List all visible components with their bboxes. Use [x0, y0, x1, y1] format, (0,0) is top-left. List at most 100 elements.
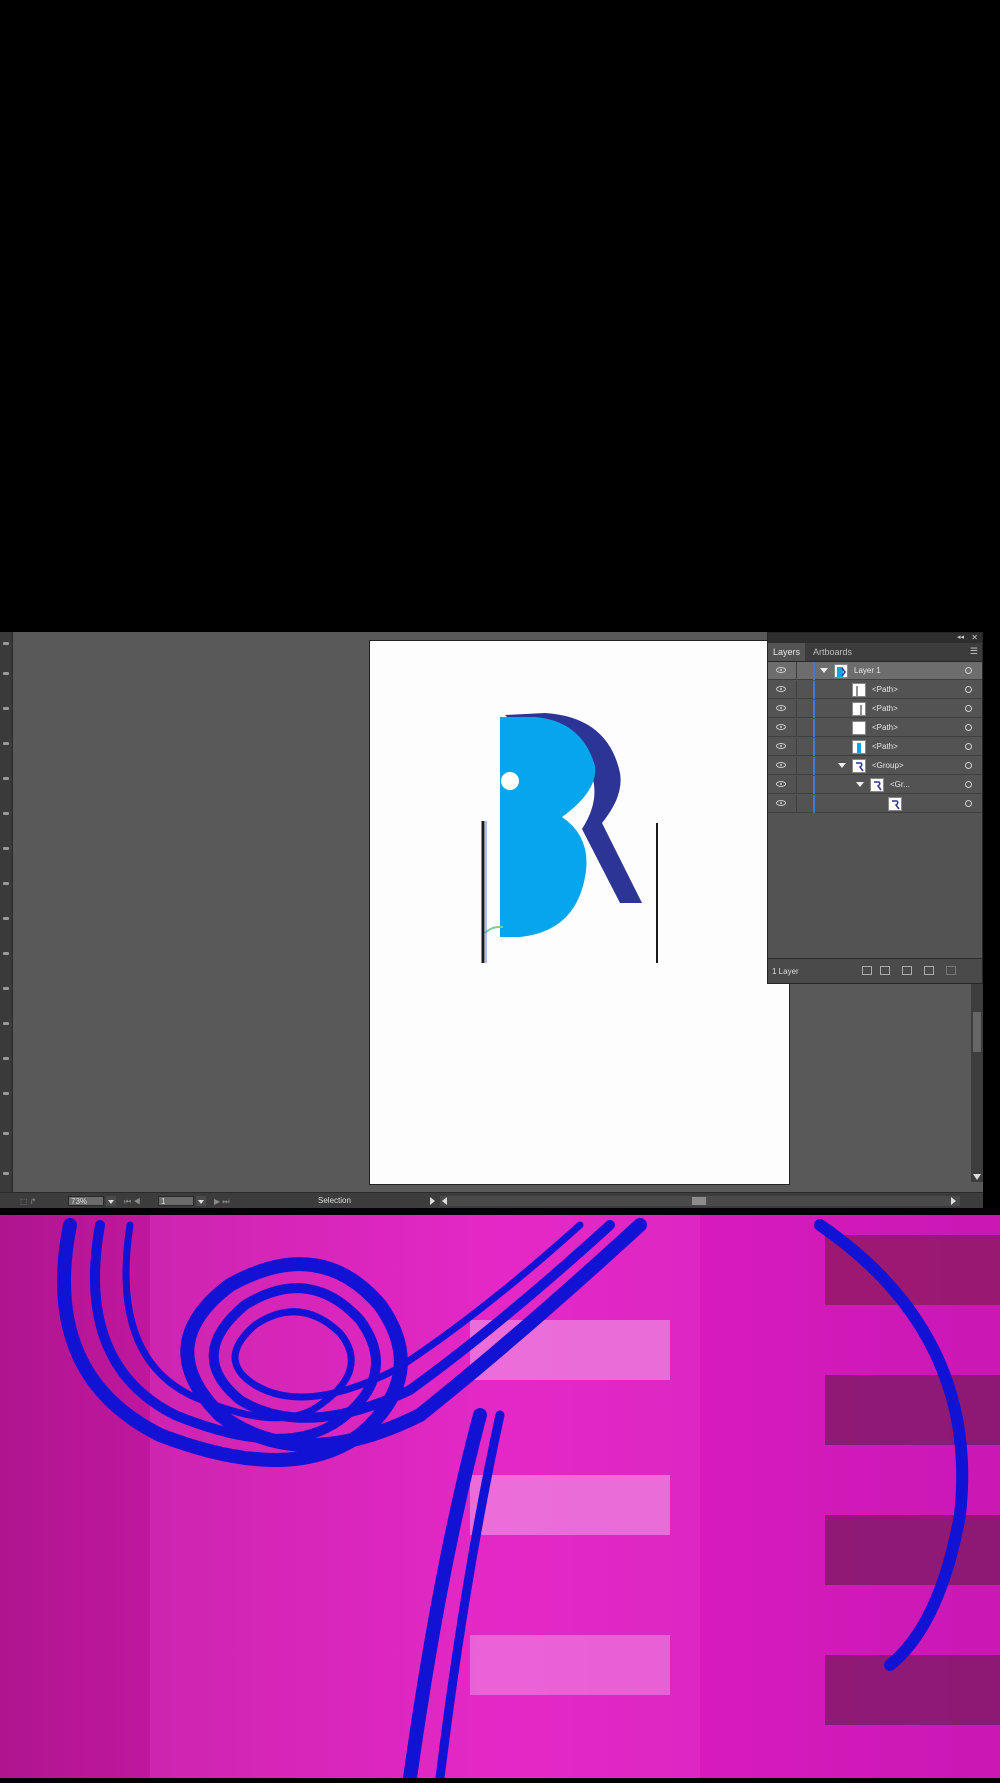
artboard-dropdown-icon[interactable] [196, 1196, 206, 1206]
scroll-left-arrow-icon[interactable] [442, 1197, 447, 1205]
expand-triangle-icon[interactable] [838, 763, 846, 768]
close-panel-icon[interactable]: ✕ [971, 633, 978, 643]
target-circle-icon[interactable] [965, 705, 972, 712]
layer-name[interactable]: <Gr... [890, 776, 910, 794]
hand-tool-icon[interactable] [3, 1057, 9, 1060]
gradient-tool-icon[interactable] [3, 987, 9, 990]
zoom-dropdown-icon[interactable] [106, 1196, 116, 1206]
type-tool-icon[interactable] [3, 742, 9, 745]
path-thumbnail [852, 721, 866, 735]
scale-tool-icon[interactable] [3, 917, 9, 920]
layer-color-bar [813, 738, 815, 756]
eyedropper-tool-icon[interactable] [3, 1022, 9, 1025]
target-circle-icon[interactable] [965, 800, 972, 807]
row-divider [796, 795, 797, 813]
expand-triangle-icon[interactable] [820, 668, 828, 673]
shape-builder-tool-icon[interactable] [3, 952, 9, 955]
vertical-scroll-thumb[interactable] [973, 1012, 981, 1052]
target-circle-icon[interactable] [965, 762, 972, 769]
brush-tool-icon[interactable] [3, 847, 9, 850]
layer-color-bar [813, 776, 815, 794]
blur-bar-3 [470, 1635, 670, 1695]
make-clipping-mask-icon[interactable] [880, 966, 890, 975]
visibility-eye-icon[interactable] [776, 705, 786, 711]
layer-name[interactable]: <Path> [872, 700, 898, 718]
layer-color-bar [813, 700, 815, 718]
artboard[interactable] [369, 640, 790, 1185]
visibility-eye-icon[interactable] [776, 667, 786, 673]
group-thumbnail [852, 759, 866, 773]
visibility-eye-icon[interactable] [776, 743, 786, 749]
artboard-prev-icons[interactable]: ⏮ ◀ [124, 1197, 141, 1207]
zoom-tool-icon[interactable] [3, 1092, 9, 1095]
artboard-next-icons[interactable]: ▶ ⏭ [214, 1197, 230, 1207]
layer-name[interactable]: <Group> [872, 757, 904, 775]
tab-layers[interactable]: Layers [768, 643, 806, 661]
horizontal-scrollbar[interactable] [440, 1196, 960, 1206]
panel-title-bar[interactable]: ◂◂ ✕ [768, 633, 982, 643]
pen-tool-icon[interactable] [3, 707, 9, 710]
logo-artwork[interactable] [370, 641, 789, 1184]
row-divider [796, 662, 797, 680]
status-bar: ⬚ ↱ 73% ⏮ ◀ 1 ▶ ⏭ Selection [0, 1192, 983, 1208]
layer-row-path-4[interactable]: <Path> [768, 738, 982, 756]
layer-name[interactable]: <Path> [872, 738, 898, 756]
magenta-loop-artwork [0, 1215, 1000, 1783]
layer-name[interactable]: Layer 1 [854, 662, 881, 680]
scroll-right-arrow-icon[interactable] [951, 1197, 956, 1205]
layer-row-layer-1[interactable]: Layer 1 [768, 662, 982, 680]
blur-bar-2 [470, 1475, 670, 1535]
visibility-eye-icon[interactable] [776, 762, 786, 768]
rotate-tool-icon[interactable] [3, 882, 9, 885]
delete-layer-icon[interactable] [946, 966, 956, 975]
new-sublayer-icon[interactable] [902, 966, 912, 975]
top-letterbox [0, 0, 1000, 632]
vertical-scrollbar[interactable] [971, 982, 983, 1182]
collapse-panel-icon[interactable]: ◂◂ [957, 633, 964, 643]
selection-tool-icon[interactable] [3, 642, 9, 645]
panel-menu-icon[interactable]: ☰ [970, 646, 978, 657]
dark-strip-2 [825, 1375, 1000, 1445]
status-tool-label[interactable]: Selection [318, 1196, 351, 1205]
scroll-down-arrow-icon[interactable] [973, 1174, 981, 1180]
layers-panel: ◂◂ ✕ Layers Artboards ☰ Layer 1 <Path> <… [767, 632, 983, 984]
visibility-eye-icon[interactable] [776, 781, 786, 787]
layer-row-path-3[interactable]: <Path> [768, 719, 982, 737]
artboard-number-field[interactable]: 1 [158, 1196, 194, 1206]
fill-stroke-icon[interactable] [3, 1132, 9, 1135]
path-thumbnail [852, 683, 866, 697]
target-circle-icon[interactable] [965, 781, 972, 788]
layer-row-group[interactable]: <Group> [768, 757, 982, 775]
visibility-eye-icon[interactable] [776, 686, 786, 692]
zoom-field[interactable]: 73% [68, 1196, 104, 1206]
direct-selection-tool-icon[interactable] [3, 672, 9, 675]
screen-mode-icon[interactable] [3, 1172, 9, 1175]
rectangle-tool-icon[interactable] [3, 812, 9, 815]
status-menu-arrow-icon[interactable] [430, 1197, 435, 1205]
visibility-eye-icon[interactable] [776, 800, 786, 806]
layer-thumbnail [834, 664, 848, 678]
layer-row-path-1[interactable]: <Path> [768, 681, 982, 699]
row-divider [796, 757, 797, 775]
horizontal-scroll-thumb[interactable] [692, 1197, 706, 1205]
layer-row-subgroup[interactable]: <Gr... [768, 776, 982, 794]
tab-artboards[interactable]: Artboards [808, 643, 857, 661]
tools-panel[interactable] [0, 632, 13, 1208]
locate-object-icon[interactable] [862, 966, 872, 975]
layer-color-bar [813, 662, 815, 680]
expand-triangle-icon[interactable] [856, 782, 864, 787]
layer-row-object[interactable] [768, 795, 982, 813]
target-circle-icon[interactable] [965, 743, 972, 750]
line-tool-icon[interactable] [3, 777, 9, 780]
dark-strip-4 [825, 1655, 1000, 1725]
target-circle-icon[interactable] [965, 667, 972, 674]
layer-name[interactable]: <Path> [872, 719, 898, 737]
visibility-eye-icon[interactable] [776, 724, 786, 730]
path-thumbnail [852, 702, 866, 716]
object-thumbnail [888, 797, 902, 811]
layer-name[interactable]: <Path> [872, 681, 898, 699]
new-layer-icon[interactable] [924, 966, 934, 975]
target-circle-icon[interactable] [965, 686, 972, 693]
target-circle-icon[interactable] [965, 724, 972, 731]
layer-row-path-2[interactable]: <Path> [768, 700, 982, 718]
